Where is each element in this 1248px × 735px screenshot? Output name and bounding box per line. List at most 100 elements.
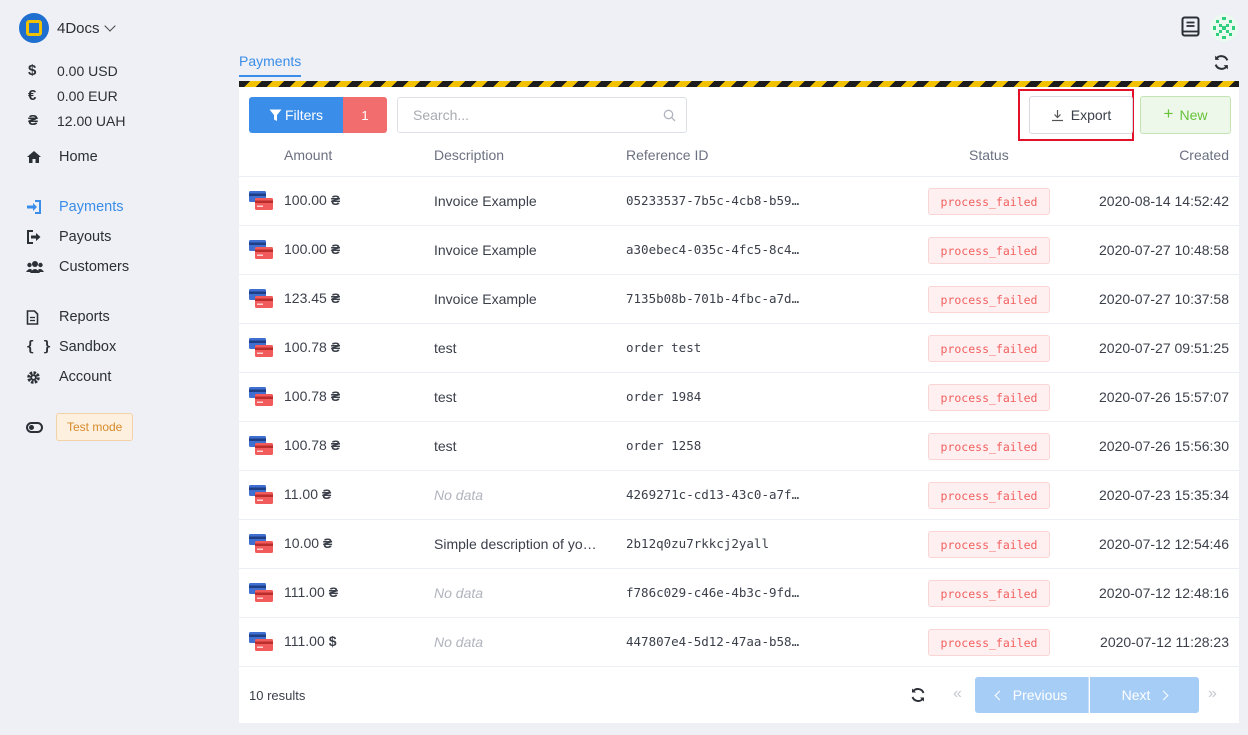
- payment-amount: 123.45 ₴: [284, 290, 341, 306]
- table-row[interactable]: 100.78 ₴ test order 1984 process_failed 2020-…: [239, 373, 1239, 422]
- last-page-icon[interactable]: »: [1208, 685, 1217, 703]
- refresh-icon[interactable]: [910, 687, 926, 708]
- filter-icon: [269, 109, 282, 121]
- sidebar-item-label: Customers: [59, 259, 130, 275]
- download-icon: [1051, 109, 1063, 121]
- export-label: Export: [1070, 107, 1112, 123]
- payment-description: test: [434, 438, 457, 454]
- sidebar-item-label: Home: [59, 149, 98, 165]
- payment-amount: 100.78 ₴: [284, 339, 341, 355]
- column-header-amount[interactable]: Amount: [284, 147, 332, 163]
- refresh-icon[interactable]: [1213, 54, 1230, 76]
- sidebar-item-label: Sandbox: [59, 339, 117, 355]
- payment-reference-id: 447807e4-5d12-47aa-b58…: [626, 634, 800, 649]
- payment-created-date: 2020-07-27 09:51:25: [1099, 340, 1229, 356]
- column-header-created[interactable]: Created: [1179, 147, 1229, 163]
- status-badge: process_failed: [928, 384, 1050, 411]
- first-page-icon[interactable]: «: [953, 685, 962, 703]
- payment-description: No data: [434, 487, 484, 503]
- payment-description: Invoice Example: [434, 193, 537, 209]
- filters-label: Filters: [284, 107, 324, 123]
- previous-page-button[interactable]: Previous: [975, 677, 1089, 713]
- balance-usd: $ 0.00 USD: [28, 58, 125, 83]
- sidebar-item-account[interactable]: Account: [26, 365, 111, 389]
- sidebar-item-payments[interactable]: Payments: [26, 195, 123, 219]
- hryvnia-icon: ₴: [28, 112, 39, 129]
- brand-switcher[interactable]: 4Docs: [19, 13, 116, 43]
- sidebar-item-home[interactable]: Home: [26, 145, 98, 169]
- payment-created-date: 2020-07-12 12:54:46: [1099, 536, 1229, 552]
- sidebar-item-customers[interactable]: Customers: [26, 255, 129, 279]
- search-input[interactable]: [398, 98, 648, 132]
- column-header-description[interactable]: Description: [434, 147, 504, 163]
- payment-description: Invoice Example: [434, 242, 537, 258]
- table-row[interactable]: 100.78 ₴ test order 1258 process_failed 2020-…: [239, 422, 1239, 471]
- users-icon: [26, 260, 59, 274]
- status-badge: process_failed: [928, 531, 1050, 558]
- currency-symbol: ₴: [330, 290, 341, 306]
- currency-symbol: ₴: [323, 535, 333, 551]
- table-row[interactable]: 10.00 ₴ Simple description of yo… 2b12q0zu7…: [239, 520, 1239, 569]
- table-row[interactable]: 100.00 ₴ Invoice Example a30ebec4-035c-4fc5…: [239, 226, 1239, 275]
- table-row[interactable]: 111.00 $ No data 447807e4-5d12-47aa-b58… pro…: [239, 618, 1239, 667]
- dollar-icon: $: [28, 62, 37, 79]
- table-row[interactable]: 11.00 ₴ No data 4269271c-cd13-43c0-a7f… proc…: [239, 471, 1239, 520]
- card-payment-icon: [249, 583, 273, 603]
- next-label: Next: [1121, 687, 1151, 703]
- sidebar-item-label: Reports: [59, 309, 110, 325]
- table-row[interactable]: 123.45 ₴ Invoice Example 7135b08b-701b-4fbc…: [239, 275, 1239, 324]
- export-button[interactable]: Export: [1029, 96, 1133, 134]
- status-badge: process_failed: [928, 629, 1050, 656]
- chevron-right-icon: [1158, 690, 1169, 700]
- status-badge: process_failed: [928, 580, 1050, 607]
- table-row[interactable]: 100.00 ₴ Invoice Example 05233537-7b5c-4cb8…: [239, 177, 1239, 226]
- sidebar: 4Docs $ 0.00 USD € 0.00 EUR ₴ 12.00 UAH …: [0, 0, 232, 735]
- card-payment-icon: [249, 632, 273, 652]
- avatar[interactable]: [1209, 13, 1239, 43]
- card-payment-icon: [249, 436, 273, 456]
- code-braces-icon: { }: [26, 339, 52, 355]
- chevron-left-icon: [994, 690, 1005, 700]
- status-badge: process_failed: [928, 188, 1050, 215]
- docs-book-icon[interactable]: [1181, 16, 1200, 42]
- filters-button[interactable]: Filters: [249, 97, 343, 133]
- sidebar-item-label: Payouts: [59, 229, 112, 245]
- gear-icon: [26, 370, 59, 385]
- currency-symbol: ₴: [330, 437, 341, 453]
- table-row[interactable]: 111.00 ₴ No data f786c029-c46e-4b3c-9fd… pro…: [239, 569, 1239, 618]
- chevron-down-icon: [103, 20, 116, 32]
- balance-eur: € 0.00 EUR: [28, 83, 125, 108]
- column-header-status[interactable]: Status: [969, 147, 1009, 163]
- card-payment-icon: [249, 191, 273, 211]
- balance-value: 0.00 EUR: [57, 87, 118, 104]
- currency-symbol: ₴: [330, 339, 341, 355]
- card-payment-icon: [249, 534, 273, 554]
- payment-reference-id: f786c029-c46e-4b3c-9fd…: [626, 585, 800, 600]
- test-mode-toggle[interactable]: Test mode: [26, 413, 134, 441]
- file-icon: [26, 309, 59, 325]
- search-icon: [663, 109, 676, 127]
- payment-amount: 111.00 $: [284, 633, 337, 649]
- payment-created-date: 2020-07-27 10:48:58: [1099, 242, 1229, 258]
- payments-card: Filters 1 Export + New Amount Descriptio…: [239, 87, 1239, 723]
- payment-reference-id: order 1258: [626, 438, 702, 453]
- sidebar-item-reports[interactable]: Reports: [26, 305, 110, 329]
- balances: $ 0.00 USD € 0.00 EUR ₴ 12.00 UAH: [28, 58, 125, 133]
- status-badge: process_failed: [928, 335, 1050, 362]
- new-label: New: [1179, 107, 1208, 123]
- sidebar-item-sandbox[interactable]: { } Sandbox: [26, 335, 116, 359]
- tab-payments[interactable]: Payments: [239, 53, 302, 77]
- filter-count-badge[interactable]: 1: [343, 97, 387, 133]
- sidebar-item-label: Payments: [59, 199, 124, 215]
- status-badge: process_failed: [928, 482, 1050, 509]
- table-row[interactable]: 100.78 ₴ test order test process_failed 2020-…: [239, 324, 1239, 373]
- currency-symbol: ₴: [330, 192, 341, 208]
- sidebar-item-payouts[interactable]: Payouts: [26, 225, 111, 249]
- payment-amount: 100.78 ₴: [284, 388, 341, 404]
- next-page-button[interactable]: Next: [1090, 677, 1199, 713]
- column-header-reference[interactable]: Reference ID: [626, 147, 708, 163]
- sign-out-icon: [26, 230, 59, 244]
- home-icon: [26, 150, 59, 164]
- balance-value: 0.00 USD: [57, 62, 118, 79]
- new-payment-button[interactable]: + New: [1140, 96, 1231, 134]
